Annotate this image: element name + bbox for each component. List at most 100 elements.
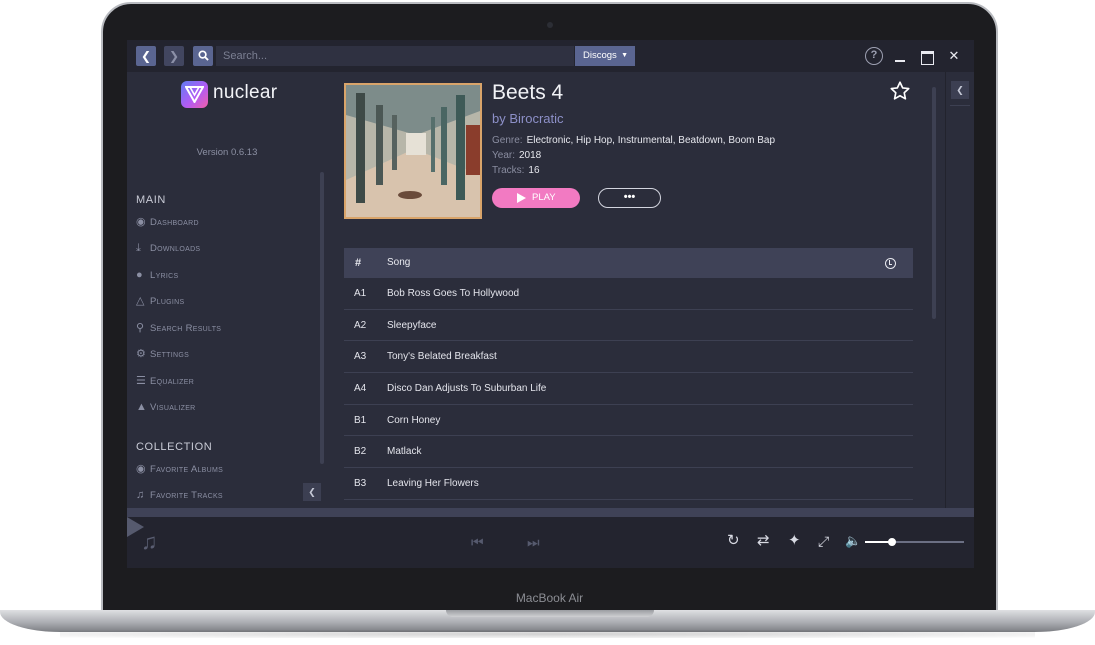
album-artist-link[interactable]: by Birocratic [492,111,564,126]
help-icon[interactable]: ? [865,47,883,65]
track-title: Disco Dan Adjusts To Suburban Life [387,383,547,395]
sidebar-item-favorite-albums[interactable]: ◉ Favorite Albums [136,461,223,477]
table-row[interactable]: A3 Tony's Belated Breakfast [344,341,913,374]
forward-button[interactable]: ❯ [164,46,184,66]
sidebar-item-dashboard[interactable]: ◉ Dashboard [136,214,199,230]
column-header-song: Song [387,257,411,268]
track-title: Corn Honey [387,414,441,426]
sidebar-item-lyrics[interactable]: ● Lyrics [136,267,178,283]
play-icon [517,193,526,203]
sidebar-item-downloads[interactable]: ⤓ Downloads [136,240,200,256]
column-header-number: # [355,257,362,269]
sidebar-item-label: Favorite Albums [150,464,224,475]
maximize-icon[interactable] [920,48,934,65]
album-year: Year: 2018 [492,150,541,161]
track-number: A3 [354,351,367,363]
nuclear-logo-icon [181,81,208,108]
sidebar-item-label: Visualizer [150,402,196,413]
sidebar-item-visualizer[interactable]: ▲ Visualizer [136,399,196,415]
play-album-button[interactable]: PLAY [492,188,580,208]
laptop-shadow [60,630,1035,638]
queue-collapse-button[interactable]: ❮ [951,81,969,99]
step-backward-icon[interactable]: ⏮ [471,532,484,552]
star-icon[interactable] [889,80,911,102]
volume-icon[interactable]: 🔈 [845,531,861,551]
sidebar-item-favorite-tracks[interactable]: ♫ Favorite Tracks [136,487,223,503]
table-row[interactable]: B3 Leaving Her Flowers [344,468,913,500]
sidebar-item-equalizer[interactable]: ☰ Equalizer [136,373,194,389]
chevron-left-icon: ❮ [956,85,964,95]
search-icon [197,50,209,61]
minimize-icon[interactable] [893,48,907,64]
app-version: Version 0.6.13 [196,147,258,158]
sidebar-item-label: Downloads [150,243,201,254]
search-input[interactable] [216,46,574,66]
top-bar: ❮ ❯ Discogs ▼ ? ✕ [127,40,974,72]
step-forward-icon[interactable]: ⏭ [527,532,540,552]
music-icon: ♫ [136,489,145,501]
table-row[interactable]: A4 Disco Dan Adjusts To Suburban Life [344,373,913,405]
sidebar-collapse-button[interactable]: ❮ [303,483,321,501]
search-provider-dropdown[interactable]: Discogs ▼ [575,46,635,66]
search-icon: ⚲ [136,322,145,334]
tracklist-table: # Song A1 Bob Ross Goes To Hollywood A2 … [344,248,913,500]
chevron-right-icon: ❯ [168,49,180,63]
track-title: Matlack [387,446,422,458]
tracks-value: 16 [528,165,540,176]
play-queue-panel: ❮ [945,72,974,508]
dashboard-icon: ◉ [136,216,146,228]
queue-divider [950,105,970,106]
table-row[interactable]: B2 Matlack [344,436,913,469]
genre-value: Electronic, Hip Hop, Instrumental, Beatd… [526,135,776,146]
search-button[interactable] [193,46,213,66]
track-title: Leaving Her Flowers [387,478,479,490]
track-number: A1 [354,288,367,299]
table-row[interactable]: A2 Sleepyface [344,310,913,342]
track-title: Bob Ross Goes To Hollywood [387,288,520,299]
shuffle-icon[interactable]: ⇄ [757,531,770,551]
year-label: Year: [492,150,515,161]
sidebar-item-search-results[interactable]: ⚲ Search Results [136,320,221,336]
repeat-icon[interactable]: ↻ [727,531,740,551]
album-title: Beets 4 [492,81,564,104]
volume-slider[interactable] [865,538,964,546]
back-button[interactable]: ❮ [136,46,156,66]
sidebar: nuclear Version 0.6.13 MAIN ◉ Dashboard ⤓… [127,72,327,508]
album-cover[interactable] [344,83,482,219]
sidebar-item-label: Favorite Tracks [150,490,223,501]
tracks-label: Tracks: [492,165,525,176]
table-row[interactable]: A1 Bob Ross Goes To Hollywood [344,278,913,310]
main-scrollbar[interactable] [932,87,936,319]
table-row[interactable]: B1 Corn Honey [344,405,913,437]
more-options-button[interactable]: ••• [598,188,661,208]
track-number: B2 [354,446,367,458]
clock-icon [885,258,896,269]
caret-down-icon: ▼ [621,52,628,59]
magic-wand-icon[interactable]: ✦ [788,531,801,551]
app-window: ❮ ❯ Discogs ▼ ? ✕ [127,40,974,568]
webcam [547,22,553,28]
cogs-icon: ⚙ [136,348,147,360]
app-logo: nuclear [181,81,281,111]
volume-knob[interactable] [887,538,896,546]
music-note-icon: ♫ [141,529,158,554]
sidebar-item-label: Settings [150,349,190,360]
close-icon[interactable]: ✕ [947,48,961,64]
album-view: Beets 4 by Birocratic Genre: Electronic, … [332,72,942,508]
sidebar-item-settings[interactable]: ⚙ Settings [136,346,189,362]
sliders-icon: ☰ [136,375,147,387]
sidebar-heading-collection: COLLECTION [136,441,213,453]
album-track-count: Tracks: 16 [492,165,540,176]
sidebar-item-label: Lyrics [150,270,179,281]
seek-bar[interactable] [127,508,974,517]
chevron-left-icon: ❮ [140,49,152,63]
year-value: 2018 [518,150,542,161]
track-number: B3 [354,478,367,490]
record-icon: ◉ [136,463,146,475]
track-number: A4 [354,383,367,395]
ellipsis-icon: ••• [623,191,636,203]
sidebar-item-plugins[interactable]: △ Plugins [136,293,185,309]
compress-icon[interactable]: ⤢ [818,531,829,551]
sidebar-heading-main: MAIN [136,194,166,206]
sidebar-scrollbar[interactable] [320,172,324,464]
